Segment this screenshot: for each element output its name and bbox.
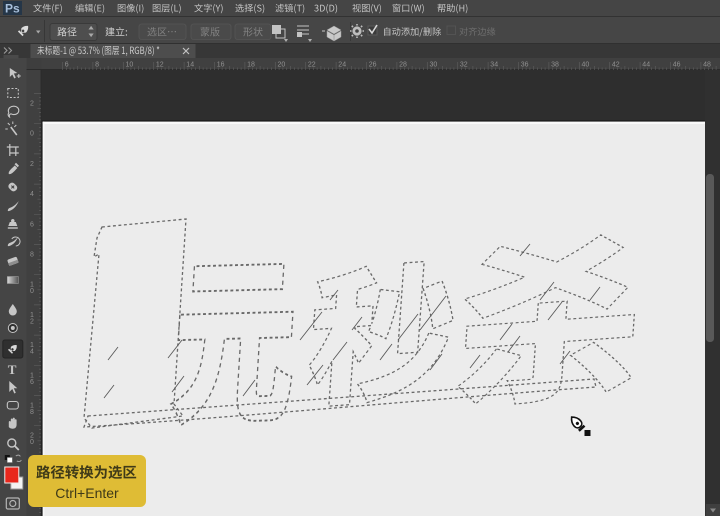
svg-text:18: 18 [247,62,255,69]
svg-text:2: 2 [30,318,34,325]
svg-text:0: 0 [30,439,34,446]
svg-text:36: 36 [521,62,529,69]
svg-text:12: 12 [156,62,164,69]
svg-text:22: 22 [308,62,316,69]
svg-text:16: 16 [217,62,225,69]
svg-text:24: 24 [338,62,346,69]
svg-text:30: 30 [430,62,438,69]
svg-text:38: 38 [551,62,559,69]
svg-text:42: 42 [612,62,620,69]
svg-text:32: 32 [460,62,468,69]
svg-text:28: 28 [399,62,407,69]
svg-text:8: 8 [30,409,34,416]
svg-text:34: 34 [490,62,498,69]
svg-text:0: 0 [30,131,34,138]
svg-text:4: 4 [30,349,34,356]
svg-text:0: 0 [30,288,34,295]
svg-text:2: 2 [30,101,34,108]
svg-text:8: 8 [30,252,34,259]
svg-text:6: 6 [65,62,69,69]
svg-text:Ctrl+Enter: Ctrl+Enter [55,485,119,501]
svg-text:4: 4 [30,191,34,198]
svg-text:44: 44 [642,62,650,69]
svg-text:T: T [8,362,17,377]
svg-text:48: 48 [703,62,711,69]
svg-text:14: 14 [186,62,194,69]
svg-text:8: 8 [95,62,99,69]
svg-text:20: 20 [278,62,286,69]
svg-text:10: 10 [126,62,134,69]
svg-text:6: 6 [30,379,34,386]
svg-text:46: 46 [673,62,681,69]
svg-text:2: 2 [30,161,34,168]
svg-text:6: 6 [30,221,34,228]
svg-text:Ps: Ps [5,2,20,16]
svg-text:40: 40 [582,62,590,69]
svg-text:26: 26 [369,62,377,69]
